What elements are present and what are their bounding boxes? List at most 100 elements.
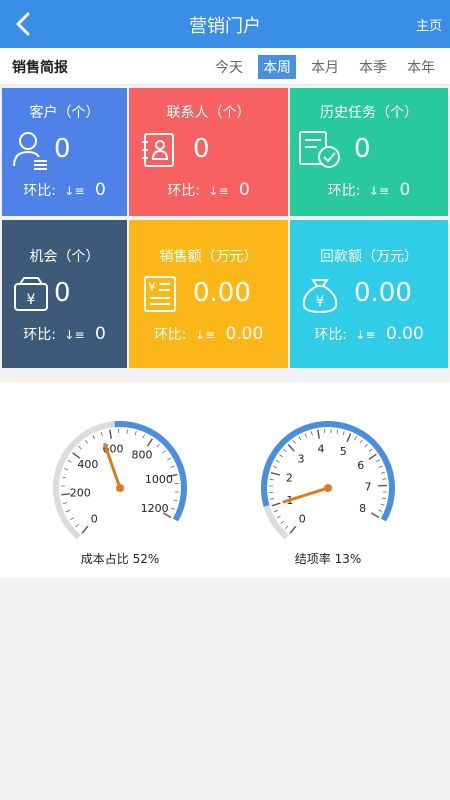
gauge-tick bbox=[382, 497, 387, 500]
gauge-tick bbox=[380, 471, 385, 474]
gauge-tick bbox=[354, 436, 357, 441]
gauge-tick bbox=[368, 448, 373, 452]
gauge-tick bbox=[298, 436, 302, 441]
svg-text:¥: ¥ bbox=[316, 294, 325, 310]
sort-down-icon: ↓≡ bbox=[355, 328, 376, 342]
gauge-tick-label: 800 bbox=[131, 449, 152, 462]
gauge-tick bbox=[142, 434, 145, 439]
gauge-progress-arc bbox=[261, 421, 395, 522]
gauge-tick bbox=[304, 433, 307, 438]
stat-label: 历史任务（个） bbox=[320, 105, 418, 121]
stat-value: 0 bbox=[54, 134, 71, 164]
gauge-tick bbox=[126, 429, 128, 434]
stat-compare: 环比: ↓≡ 0 bbox=[290, 180, 448, 200]
gauge-tick bbox=[293, 440, 296, 444]
stat-value: 0 bbox=[354, 134, 371, 164]
gauge-tick bbox=[378, 465, 383, 468]
gauge-tick bbox=[273, 510, 278, 513]
gauge-tick bbox=[342, 431, 345, 436]
stat-card-history-tasks[interactable]: 历史任务（个） 0 环比: ↓≡ 0 bbox=[290, 88, 448, 216]
sales-icon: ¥ bbox=[144, 276, 176, 312]
stat-compare: 环比: ↓≡ 0 bbox=[2, 324, 127, 344]
stat-label: 回款额（万元） bbox=[320, 249, 418, 265]
compare-label: 环比: bbox=[23, 327, 56, 343]
stat-card-customers[interactable]: 客户（个） 0 环比: ↓≡ 0 bbox=[2, 88, 127, 216]
gauge-tick-label: 1000 bbox=[145, 473, 173, 486]
compare-value: 0 bbox=[94, 180, 106, 200]
compare-value: 0 bbox=[238, 180, 250, 200]
svg-text:¥: ¥ bbox=[148, 280, 156, 294]
stat-compare: 环比: ↓≡ 0.00 bbox=[129, 324, 288, 344]
stat-card-payment-amount[interactable]: 回款额（万元） ¥ 0.00 环比: ↓≡ 0.00 bbox=[290, 220, 448, 368]
compare-value: 0.00 bbox=[385, 324, 424, 344]
gauge-hub bbox=[116, 484, 124, 492]
stat-card-contacts[interactable]: 联系人（个） 0 环比: ↓≡ 0 bbox=[129, 88, 288, 216]
opportunity-icon: ¥ bbox=[14, 277, 48, 311]
gauge-tick bbox=[70, 517, 74, 521]
tab-week[interactable]: 本周 bbox=[258, 55, 296, 79]
gauge-tick bbox=[271, 502, 281, 507]
gauge-tick-label: 0 bbox=[299, 513, 306, 526]
gauge-tick bbox=[63, 502, 68, 504]
sort-down-icon: ↓≡ bbox=[194, 328, 215, 342]
gauge-tick bbox=[346, 433, 352, 443]
gauge-tick bbox=[359, 439, 363, 444]
stat-card-sales-amount[interactable]: 销售额（万元） ¥ 0.00 环比: ↓≡ 0.00 bbox=[129, 220, 288, 368]
gauge-tick bbox=[336, 429, 339, 434]
tab-year[interactable]: 本年 bbox=[402, 55, 440, 79]
gauge-tick bbox=[171, 507, 176, 510]
gauge-tick bbox=[85, 440, 88, 444]
tab-quarter[interactable]: 本季 bbox=[354, 55, 392, 79]
compare-value: 0 bbox=[399, 180, 411, 200]
gauge-tick bbox=[270, 472, 280, 476]
sort-down-icon: ↓≡ bbox=[64, 184, 85, 198]
stat-label: 联系人（个） bbox=[166, 105, 251, 121]
gauge-tick bbox=[380, 503, 385, 506]
money-bag-icon: ¥ bbox=[302, 279, 338, 314]
gauge-tick bbox=[289, 525, 297, 534]
gauge-tick bbox=[368, 453, 377, 460]
gauge-tick bbox=[109, 429, 113, 439]
gauge-tick-label: 4 bbox=[318, 443, 325, 456]
gauge-tick-label: 8 bbox=[359, 502, 366, 515]
cost-ratio-gauge-dial: 0200400600 80010001200 bbox=[53, 421, 187, 540]
gauge-tick bbox=[156, 443, 160, 448]
gauge-tick bbox=[270, 498, 275, 500]
stats-grid: 客户（个） 0 环比: ↓≡ 0 联系人（个） 0 环比: ↓≡ 0 历史任务（… bbox=[2, 88, 448, 368]
gauge-tick bbox=[280, 520, 285, 524]
gauge-tick bbox=[269, 478, 274, 481]
gauge-tick-label: 1200 bbox=[141, 502, 169, 515]
gauge-tick bbox=[287, 444, 295, 452]
gauge-tick bbox=[376, 459, 381, 463]
customer-icon bbox=[13, 132, 47, 170]
gauge-tick bbox=[284, 525, 289, 529]
tab-month[interactable]: 本月 bbox=[306, 55, 344, 79]
home-link[interactable]: 主页 bbox=[416, 15, 442, 34]
page-title: 营销门户 bbox=[189, 16, 261, 37]
gauge-tick bbox=[75, 524, 79, 528]
stat-value: 0 bbox=[54, 278, 71, 308]
gauge-tick bbox=[364, 443, 368, 448]
gauge-tick bbox=[162, 450, 166, 454]
stat-value: 0.00 bbox=[354, 278, 412, 308]
period-tabs: 今天 本周 本月 本季 本年 bbox=[200, 55, 440, 79]
gauge-tick bbox=[173, 499, 178, 502]
cost-ratio-gauge: 0 200 400 600 800 1000 1200 成本占比 52% bbox=[50, 418, 190, 566]
report-title: 销售简报 bbox=[12, 60, 68, 76]
gauge-tick bbox=[279, 454, 283, 458]
gauge-tick bbox=[64, 468, 69, 471]
gauge-tick bbox=[276, 515, 281, 519]
gauge-tick bbox=[275, 459, 280, 463]
task-icon bbox=[299, 131, 340, 168]
gauge-tick-label: 2 bbox=[286, 472, 293, 485]
gauge-tick bbox=[167, 457, 171, 461]
stat-card-opportunities[interactable]: 机会（个） ¥ 0 环比: ↓≡ 0 bbox=[2, 220, 127, 368]
gauge-tick bbox=[317, 429, 321, 439]
stat-value: 0.00 bbox=[193, 278, 251, 308]
completion-rate-gauge: 012345678 结项率 13% bbox=[258, 418, 398, 566]
gauge-tick bbox=[272, 466, 277, 469]
tab-today[interactable]: 今天 bbox=[210, 55, 248, 79]
gauge-tick-label: 7 bbox=[364, 480, 371, 493]
sort-down-icon: ↓≡ bbox=[208, 184, 229, 198]
compare-label: 环比: bbox=[153, 327, 187, 343]
